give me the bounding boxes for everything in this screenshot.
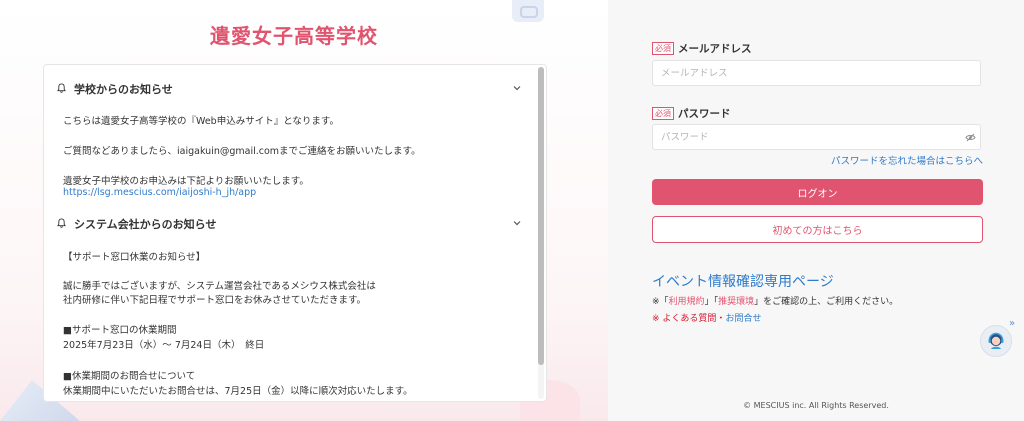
notice-content: 学校からのお知らせ こちらは遺愛女子高等学校の『Web申込みサイト』となります。… — [44, 65, 534, 401]
decoration-chat-icon — [512, 0, 544, 22]
notice-scrollbar[interactable] — [538, 67, 544, 399]
terms-link[interactable]: 利用規約 — [669, 297, 705, 307]
notice-text: ■休業期間のお問合せについて — [63, 371, 196, 382]
notice-text: こちらは遺愛女子高等学校の『Web申込みサイト』となります。 — [63, 116, 339, 127]
chevron-down-icon[interactable] — [512, 218, 522, 228]
note-text: 」をご確認の上、ご利用ください。 — [754, 297, 899, 307]
password-field[interactable] — [652, 124, 981, 150]
school-title: 遺愛女子高等学校 — [210, 24, 378, 48]
password-label-row: 必須 パスワード — [652, 103, 731, 120]
notice-text: 休業期間中にいただいたお問合せは、7月25日（金）以降に順次対応いたします。 — [63, 386, 413, 397]
logon-button[interactable]: ログオン — [652, 179, 983, 205]
required-badge: 必須 — [652, 107, 674, 120]
notice-section-title: システム会社からのお知らせ — [74, 218, 217, 231]
password-label: パスワード — [678, 108, 731, 120]
notice-text: ■サポート窓口の休業期間 — [63, 325, 177, 336]
scrollbar-thumb[interactable] — [538, 67, 544, 365]
note-text: 」「 — [704, 297, 719, 307]
notice-section-school-header[interactable]: 学校からのお知らせ — [54, 79, 522, 101]
notice-panel: 学校からのお知らせ こちらは遺愛女子高等学校の『Web申込みサイト』となります。… — [43, 64, 547, 402]
bell-icon — [57, 83, 66, 93]
chevron-down-icon[interactable] — [512, 83, 522, 93]
event-info-link[interactable]: イベント情報確認専用ページ — [652, 271, 834, 291]
email-field[interactable] — [652, 60, 981, 86]
eye-slash-icon[interactable] — [965, 133, 976, 142]
bell-icon — [57, 218, 66, 228]
notice-text: 2025年7月23日（水）～ 7月24日（木） 終日 — [63, 340, 265, 351]
note-text: ※ — [652, 314, 663, 324]
copyright-text: © MESCIUS inc. All Rights Reserved. — [743, 401, 889, 410]
notice-text: 誠に勝手ではございますが、システム運営会社であるメシウス株式会社は — [63, 281, 376, 292]
required-badge: 必須 — [652, 42, 674, 55]
recommended-env-link[interactable]: 推奨環境 — [718, 297, 754, 307]
faq-link[interactable]: よくある質問 — [662, 314, 716, 324]
terms-note: ※「利用規約」「推奨環境」をご確認の上、ご利用ください。 — [652, 294, 898, 307]
login-column: 必須メールアドレス 必須パスワード パスワードを忘れた場合はこちらへ ログオン … — [608, 0, 1024, 421]
notice-text: ご質問などありましたら、iaigakuin@gmail.comまでご連絡をお願い… — [63, 146, 421, 157]
junior-high-link[interactable]: https://lsg.mescius.com/iaijoshi-h_jh/ap… — [63, 187, 256, 198]
email-label: メールアドレス — [678, 43, 752, 55]
notice-text: 遺愛女子中学校のお申込みは下記よりお願いいたします。 — [63, 176, 309, 187]
chat-support-icon[interactable] — [980, 325, 1012, 357]
help-note: ※ よくある質問・お問合せ — [652, 311, 761, 324]
email-label-row: 必須 メールアドレス — [652, 38, 752, 55]
contact-link[interactable]: お問合せ — [725, 314, 761, 324]
forgot-password-link[interactable]: パスワードを忘れた場合はこちらへ — [652, 153, 983, 167]
notice-section-system-header[interactable]: システム会社からのお知らせ — [54, 214, 522, 236]
first-time-button[interactable]: 初めての方はこちら — [652, 216, 983, 243]
notice-section-title: 学校からのお知らせ — [74, 83, 173, 96]
notice-text: 社内研修に伴い下記日程でサポート窓口をお休みさせていただきます。 — [63, 295, 367, 306]
info-column: 遺愛女子高等学校 学校からのお知らせ こちらは遺愛女子高等学校の『Web申込みサ… — [0, 0, 608, 421]
note-text: ※「 — [652, 297, 669, 307]
notice-text: 【サポート窓口休業のお知らせ】 — [63, 252, 206, 263]
